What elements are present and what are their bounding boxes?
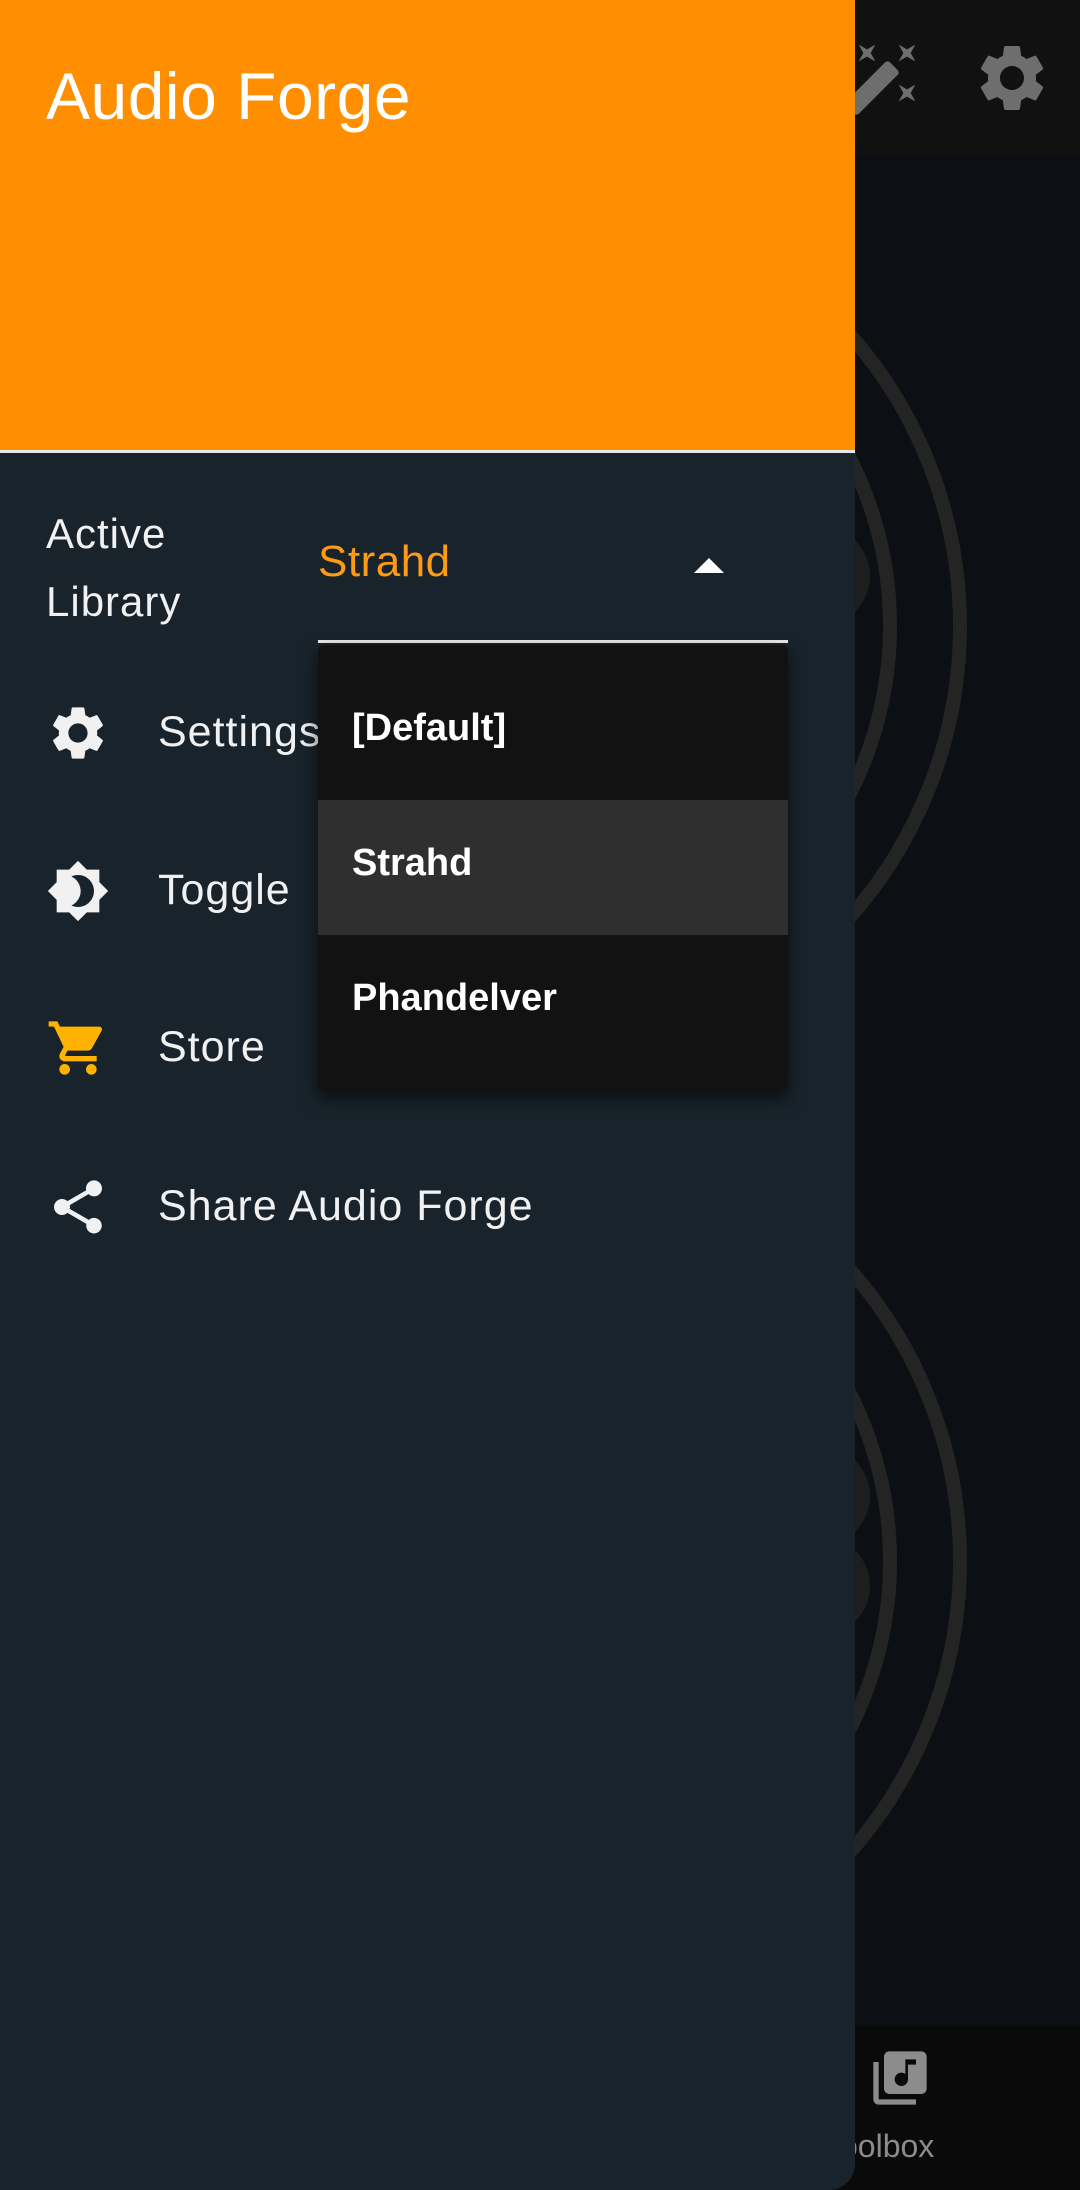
menu-item-label: Store — [158, 1023, 266, 1071]
drawer-header: Audio Forge — [0, 0, 855, 453]
library-option-default[interactable]: [Default] — [318, 665, 788, 800]
option-label: Phandelver — [352, 977, 557, 1019]
music-library-icon[interactable] — [868, 2046, 932, 2110]
active-library-label: Active Library — [46, 510, 182, 625]
brightness-icon — [47, 860, 109, 922]
library-option-strahd[interactable]: Strahd — [318, 800, 788, 935]
menu-item-label: Share Audio Forge — [158, 1182, 534, 1230]
app-title: Audio Forge — [46, 59, 412, 133]
active-library-dropdown[interactable]: Strahd — [318, 497, 788, 643]
settings-gear-icon[interactable] — [972, 38, 1052, 118]
option-label: Strahd — [352, 842, 473, 884]
caret-up-icon — [694, 558, 724, 573]
menu-item-share[interactable]: Share Audio Forge — [0, 1142, 855, 1272]
menu-item-label: Toggle — [158, 866, 291, 914]
share-icon — [54, 1180, 102, 1234]
library-dropdown-menu: [Default] Strahd Phandelver — [318, 645, 788, 1090]
cart-icon — [48, 1021, 103, 1075]
menu-item-label: Settings — [158, 708, 322, 756]
active-library-value: Strahd — [318, 537, 451, 586]
navigation-drawer: Audio Forge Active Library Strahd Settin… — [0, 0, 855, 2190]
gear-icon — [53, 707, 103, 759]
option-label: [Default] — [352, 707, 507, 749]
library-option-phandelver[interactable]: Phandelver — [318, 935, 788, 1070]
